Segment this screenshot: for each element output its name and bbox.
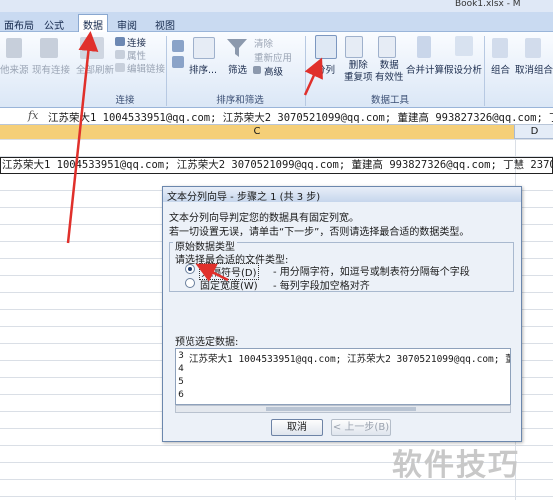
group-icon	[492, 38, 508, 58]
tab-data[interactable]: 数据	[78, 14, 108, 33]
delimited-radio[interactable]	[185, 264, 195, 274]
data-preview-pane[interactable]: 3 4 5 6 江苏荣大1 1004533951@qq.com; 江苏荣大2 3…	[175, 348, 511, 405]
what-if-analysis-button[interactable]: 假设分析	[444, 62, 482, 76]
tab-view[interactable]: 视图	[151, 15, 179, 32]
reapply-button[interactable]: 重新应用	[254, 50, 292, 64]
back-button[interactable]: < 上一步(B)	[331, 419, 391, 436]
dialog-intro-text: 文本分列向导判定您的数据具有固定列宽。	[169, 213, 359, 224]
data-validation-icon	[378, 36, 396, 58]
data-validation-button[interactable]: 数据 有效性	[375, 60, 404, 84]
data-tools-group-label: 数据工具	[370, 95, 409, 106]
clear-button[interactable]: 清除	[254, 36, 273, 50]
filter-icon	[227, 39, 247, 57]
sort-button[interactable]: 排序...	[189, 62, 217, 76]
preview-row-number: 4	[178, 364, 184, 374]
text-to-columns-icon	[315, 35, 337, 59]
tab-review[interactable]: 审阅	[113, 15, 141, 32]
preview-row-number: 3	[178, 351, 184, 361]
sort-asc-icon[interactable]	[172, 40, 184, 52]
cancel-button[interactable]: 取消	[271, 419, 323, 436]
formula-bar[interactable]: fx 江苏荣大1 1004533951@qq.com; 江苏荣大2 307052…	[0, 108, 553, 125]
get-external-data-button[interactable]: 他来源	[0, 62, 29, 76]
column-header-bar: C D	[0, 125, 553, 139]
edit-links-icon	[115, 63, 125, 72]
fixed-width-radio[interactable]	[185, 278, 195, 288]
fixed-width-description: - 每列字段加空格对齐	[273, 281, 370, 292]
filter-button[interactable]: 筛选	[228, 62, 247, 76]
ribbon: 他来源 现有连接 全部刷新 连接 属性 编辑链接 连接 排序... 筛选 清除 …	[0, 32, 553, 108]
group-divider	[305, 36, 306, 106]
advanced-filter-icon	[253, 66, 261, 74]
function-icon[interactable]: fx	[28, 109, 38, 122]
existing-connections-button[interactable]: 现有连接	[32, 62, 70, 76]
tab-page-layout[interactable]: 面布局	[0, 15, 38, 32]
remove-duplicates-icon	[345, 36, 363, 58]
sort-filter-group-label: 排序和筛选	[216, 95, 264, 106]
properties-icon	[115, 50, 125, 59]
group-divider	[484, 36, 485, 106]
column-header-d[interactable]: D	[516, 125, 553, 139]
window-title: Book1.xlsx - M	[455, 0, 521, 9]
refresh-all-icon	[80, 37, 104, 59]
connections-icon	[115, 37, 125, 46]
preview-text: 江苏荣大1 1004533951@qq.com; 江苏荣大2 307052109…	[189, 354, 510, 365]
scrollbar-thumb[interactable]	[266, 407, 416, 411]
text-import-wizard-dialog: 文本分列向导 - 步骤之 1 (共 3 步) 文本分列向导判定您的数据具有固定列…	[162, 186, 522, 442]
selected-cell[interactable]: 江苏荣大1 1004533951@qq.com; 江苏荣大2 307052109…	[0, 157, 553, 174]
tab-formulas[interactable]: 公式	[40, 15, 68, 32]
ungroup-button[interactable]: 取消组合	[515, 62, 553, 76]
group-divider	[166, 36, 167, 106]
ungroup-icon	[525, 38, 541, 58]
watermark: 软件技巧	[392, 448, 520, 483]
preview-row-number: 6	[178, 390, 184, 400]
edit-links-button[interactable]: 编辑链接	[127, 61, 165, 75]
ribbon-tab-bar: 面布局 公式 数据 审阅 视图	[0, 12, 553, 33]
preview-horizontal-scrollbar[interactable]	[175, 405, 511, 413]
formula-input[interactable]: 江苏荣大1 1004533951@qq.com; 江苏荣大2 307052109…	[48, 110, 553, 125]
consolidate-button[interactable]: 合并计算	[406, 62, 444, 76]
column-header-c[interactable]: C	[0, 125, 515, 139]
external-data-icon	[6, 38, 22, 58]
dialog-instruction-text: 若一切设置无误，请单击“下一步”，否则请选择最合适的数据类型。	[169, 227, 470, 238]
sort-desc-icon[interactable]	[172, 56, 184, 68]
fixed-width-label[interactable]: 固定宽度(W)	[200, 277, 258, 292]
refresh-all-button[interactable]: 全部刷新	[76, 62, 114, 76]
consolidate-icon	[417, 36, 431, 58]
delimited-description: - 用分隔字符，如逗号或制表符分隔每个字段	[273, 267, 470, 278]
preview-label: 预览选定数据:	[175, 337, 239, 348]
connections-button[interactable]: 连接	[127, 35, 146, 49]
remove-duplicates-button[interactable]: 删除 重复项	[344, 60, 373, 84]
existing-connections-icon	[40, 38, 58, 58]
preview-row-number: 5	[178, 377, 184, 387]
group-button[interactable]: 组合	[491, 62, 510, 76]
window-title-bar: Book1.xlsx - M	[0, 0, 553, 12]
properties-button[interactable]: 属性	[127, 48, 146, 62]
sort-dialog-icon	[193, 37, 215, 59]
text-to-columns-button[interactable]: 分列	[316, 62, 335, 76]
dialog-title: 文本分列向导 - 步骤之 1 (共 3 步)	[163, 187, 521, 203]
connections-group-label: 连接	[115, 95, 135, 106]
what-if-icon	[455, 36, 473, 56]
advanced-button[interactable]: 高级	[264, 64, 283, 78]
